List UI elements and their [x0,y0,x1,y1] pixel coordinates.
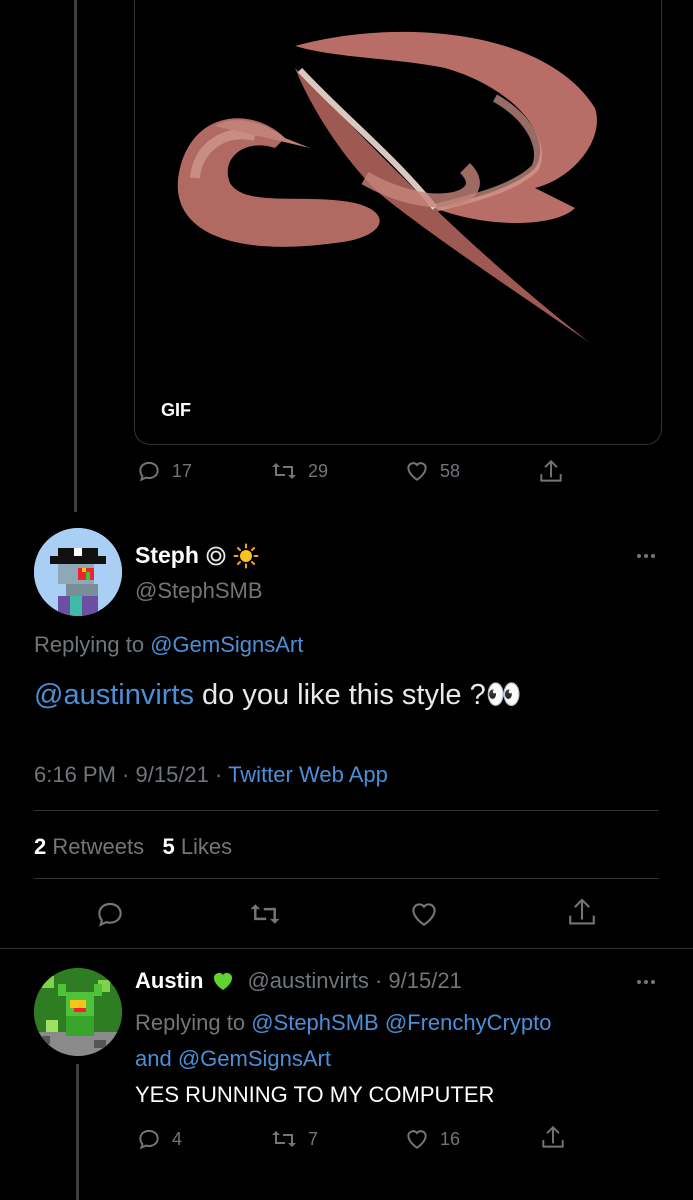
retweet-count: 29 [308,460,329,481]
reply-icon [139,461,159,482]
reply-button[interactable] [94,898,126,930]
timestamp-line: 6:16 PM · 9/15/21 · Twitter Web App [34,762,388,787]
share-button[interactable] [566,896,598,930]
like-button[interactable]: 16 [404,1126,460,1152]
retweet-icon [272,463,296,479]
like-icon [412,903,436,926]
retweet-button[interactable]: 7 [270,1126,318,1152]
pixel-avatar-image [34,528,122,616]
reply-button[interactable]: 17 [136,458,192,484]
gif-badge: GIF [161,400,191,420]
like-icon [407,1130,427,1149]
like-button[interactable] [408,898,440,930]
mention-link[interactable]: @austinvirts [34,679,194,711]
more-icon[interactable] [637,980,655,984]
reply-count: 17 [172,460,193,481]
engagement-stats: 2 Retweets 5 Likes [34,834,232,860]
avatar-austin[interactable] [34,968,122,1056]
replying-to-link[interactable]: @GemSignsArt [150,632,303,657]
tweet-date[interactable]: 9/15/21 [136,762,209,787]
retweet-count: 7 [308,1128,319,1149]
reply-icon [98,902,122,927]
reply-display-name[interactable]: Austin [135,968,203,994]
replying-and[interactable]: and [135,1046,172,1071]
sun-icon [233,543,259,568]
gif-artwork [177,31,597,343]
like-count: 58 [440,460,461,481]
display-name: Steph [135,542,199,568]
reply-count: 4 [172,1128,183,1149]
retweet-total: 2 [34,834,47,859]
reply-button[interactable]: 4 [136,1126,182,1152]
replying-prefix: Replying to [135,1010,246,1035]
author-handle[interactable]: @StephSMB [135,578,263,604]
green-heart-icon [214,973,233,990]
share-icon [540,459,562,482]
replying-to-line: Replying to @GemSignsArt [34,632,303,658]
verified-ring-icon [206,546,226,565]
tweet-source[interactable]: Twitter Web App [228,762,388,787]
retweet-button[interactable]: 29 [270,458,328,484]
reply-text: YES RUNNING TO MY COMPUTER [135,1082,495,1107]
avatar-steph[interactable] [34,528,122,616]
share-button[interactable] [540,1124,566,1152]
like-count: 16 [440,1128,461,1149]
like-total: 5 [162,834,175,859]
more-icon[interactable] [637,554,655,558]
thread-line-top [74,0,77,512]
tweet-time[interactable]: 6:16 PM [34,762,116,787]
share-icon [542,1125,564,1148]
share-button[interactable] [538,458,564,486]
retweets-stat[interactable]: 2 Retweets [34,834,144,859]
thread-line-bottom [76,1064,79,1200]
retweet-button[interactable] [248,898,282,930]
like-icon [407,462,427,481]
replying-to-link[interactable]: @GemSignsArt [178,1046,331,1071]
divider [0,948,693,949]
reply-replying-to: Replying to @StephSMB @FrenchyCrypto and… [135,1005,655,1077]
likes-stat[interactable]: 5 Likes [162,834,232,859]
retweet-icon [272,1131,296,1147]
divider [34,878,659,879]
likes-label: Likes [180,834,233,859]
tweet-body: do you like this style ?👀 [193,679,522,711]
share-icon [569,898,595,925]
divider [34,810,659,811]
tweet-text: @austinvirts do you like this style ?👀 [34,678,522,712]
reply-handle[interactable]: @austinvirts [247,968,368,994]
replying-prefix: Replying to [34,632,145,657]
retweet-icon [250,904,280,924]
like-button[interactable]: 58 [404,458,460,484]
gif-media[interactable]: GIF [134,0,662,445]
reply-dot: · [368,968,389,993]
pixel-avatar-image [34,968,122,1056]
reply-date[interactable]: 9/15/21 [388,968,461,994]
reply-icon [139,1129,159,1150]
replying-to-link[interactable]: @FrenchyCrypto [385,1010,552,1035]
author-name[interactable]: Steph [135,542,259,569]
retweets-label: Retweets [52,834,145,859]
reply-header: Austin @austinvirts · 9/15/21 [135,968,462,994]
replying-to-link[interactable]: @StephSMB [251,1010,379,1035]
